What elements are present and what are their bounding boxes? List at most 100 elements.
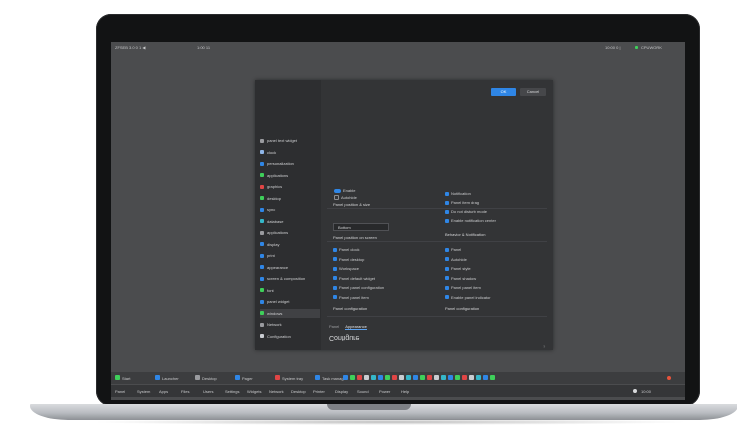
option-checkbox[interactable] — [333, 295, 337, 299]
option-row[interactable]: Panel — [445, 247, 461, 252]
position-select[interactable]: Bottom — [333, 223, 389, 231]
taskbar-app-label[interactable]: Pager — [242, 376, 253, 381]
sidebar-item[interactable]: panel text widget — [260, 136, 320, 145]
option-checkbox[interactable] — [333, 285, 337, 290]
sidebar-item[interactable]: personalization — [260, 159, 320, 168]
tray-icon[interactable] — [385, 375, 390, 380]
taskbar-app-label[interactable]: System tray — [282, 376, 303, 381]
sidebar-item[interactable]: Configuration — [260, 332, 320, 341]
option-row[interactable]: Enable panel indicator — [445, 295, 491, 300]
tray-icon[interactable] — [469, 375, 474, 380]
ok-button[interactable]: OK — [491, 88, 516, 96]
taskbar-menu-item[interactable]: Desktop — [291, 389, 306, 394]
taskbar-menu-item[interactable]: System — [137, 389, 150, 394]
taskbar-menu-item[interactable]: Widgets — [247, 389, 261, 394]
sidebar-item[interactable]: database — [260, 217, 320, 226]
taskbar-menu-item[interactable]: Display — [335, 389, 348, 394]
option-checkbox[interactable] — [333, 266, 337, 271]
option-row[interactable]: Panel panel configuration — [333, 285, 384, 290]
tray-icon[interactable] — [350, 375, 355, 380]
option-checkbox[interactable] — [333, 247, 337, 252]
option-row[interactable]: Panel shadow — [445, 276, 476, 281]
top-bar-status-label[interactable]: CPUWORK — [641, 45, 662, 50]
sidebar-item[interactable]: panel widget — [260, 297, 320, 306]
taskbar-menu-item[interactable]: Users — [203, 389, 213, 394]
sidebar-item[interactable]: display — [260, 240, 320, 249]
help-button[interactable]: ? — [543, 344, 545, 349]
tab-appearance[interactable]: Appearance — [345, 324, 367, 330]
tray-icon[interactable] — [483, 375, 488, 380]
taskbar-app-icon[interactable] — [155, 375, 160, 380]
taskbar-menu-item[interactable]: Settings — [225, 389, 239, 394]
option-checkbox[interactable] — [445, 266, 449, 271]
option-checkbox[interactable] — [333, 257, 337, 261]
option-row[interactable]: Do not disturb mode — [445, 209, 487, 214]
taskbar-app-icon[interactable] — [315, 375, 320, 380]
sidebar-item[interactable]: print — [260, 251, 320, 260]
power-icon[interactable] — [633, 389, 637, 393]
tray-icon[interactable] — [378, 375, 383, 380]
option-row[interactable]: Panel panel item — [333, 295, 369, 300]
tray-icon[interactable] — [462, 375, 467, 380]
autohide-checkbox[interactable] — [334, 195, 339, 200]
option-checkbox[interactable] — [333, 276, 337, 280]
option-checkbox[interactable] — [445, 218, 449, 223]
tray-icon[interactable] — [476, 375, 481, 380]
option-row[interactable]: Panel item drag — [445, 200, 479, 205]
cancel-button[interactable]: Cancel — [520, 88, 546, 96]
option-row[interactable]: Panel desktop — [333, 257, 364, 262]
taskbar-app-label[interactable]: Start — [122, 376, 130, 381]
option-checkbox[interactable] — [445, 200, 449, 205]
option-row[interactable]: Notification — [445, 191, 471, 196]
option-row[interactable]: Panel clock — [333, 247, 359, 252]
sidebar-item[interactable]: graphics — [260, 182, 320, 191]
tray-icon[interactable] — [406, 375, 411, 380]
tray-icon[interactable] — [392, 375, 397, 380]
tray-icon[interactable] — [455, 375, 460, 380]
tray-icon[interactable] — [490, 375, 495, 380]
option-checkbox[interactable] — [445, 257, 449, 261]
tray-icon[interactable] — [413, 375, 418, 380]
sidebar-item[interactable]: font — [260, 286, 320, 295]
tray-icon[interactable] — [364, 375, 369, 380]
taskbar-menu-item[interactable]: Power — [379, 389, 390, 394]
taskbar-app-label[interactable]: Desktop — [202, 376, 217, 381]
tray-icon[interactable] — [434, 375, 439, 380]
taskbar-app-icon[interactable] — [235, 375, 240, 380]
sidebar-item[interactable]: appearance — [260, 263, 320, 272]
option-row[interactable]: Panel default widget — [333, 276, 375, 281]
taskbar-app-icon[interactable] — [195, 375, 200, 380]
sidebar-item[interactable]: desktop — [260, 194, 320, 203]
taskbar-menu-item[interactable]: Apps — [159, 389, 168, 394]
enable-toggle[interactable] — [334, 189, 341, 193]
taskbar-menu-item[interactable]: Files — [181, 389, 189, 394]
sidebar-item[interactable]: clock — [260, 148, 320, 157]
sidebar-item[interactable]: applications — [260, 228, 320, 237]
sidebar-item[interactable]: windows — [260, 308, 320, 318]
option-checkbox[interactable] — [445, 276, 449, 280]
taskbar-menu-item[interactable]: Printer — [313, 389, 325, 394]
option-checkbox[interactable] — [445, 191, 449, 196]
tray-icon[interactable] — [448, 375, 453, 380]
sidebar-item[interactable]: applications — [260, 171, 320, 180]
autohide-row[interactable]: Autohide — [334, 195, 357, 200]
taskbar-app-icon[interactable] — [275, 375, 280, 380]
option-checkbox[interactable] — [445, 295, 449, 299]
taskbar-app-label[interactable]: Launcher — [162, 376, 179, 381]
tray-icon[interactable] — [399, 375, 404, 380]
notification-icon[interactable] — [667, 376, 671, 380]
tray-icon[interactable] — [357, 375, 362, 380]
option-row[interactable]: Enable notification center — [445, 218, 496, 223]
option-checkbox[interactable] — [445, 247, 449, 252]
sidebar-item[interactable]: screen & composition — [260, 274, 320, 283]
taskbar-menu-item[interactable]: Panel — [115, 389, 125, 394]
taskbar-menu-item[interactable]: Help — [401, 389, 409, 394]
option-row[interactable]: Autohide — [445, 257, 467, 262]
taskbar-menu-item[interactable]: Network — [269, 389, 284, 394]
tray-icon[interactable] — [441, 375, 446, 380]
option-checkbox[interactable] — [445, 285, 449, 290]
tab-panel[interactable]: Panel — [329, 324, 339, 330]
option-row[interactable]: Panel panel item — [445, 285, 481, 290]
sidebar-item[interactable]: Network — [260, 320, 320, 329]
option-row[interactable]: Panel style — [445, 266, 471, 271]
